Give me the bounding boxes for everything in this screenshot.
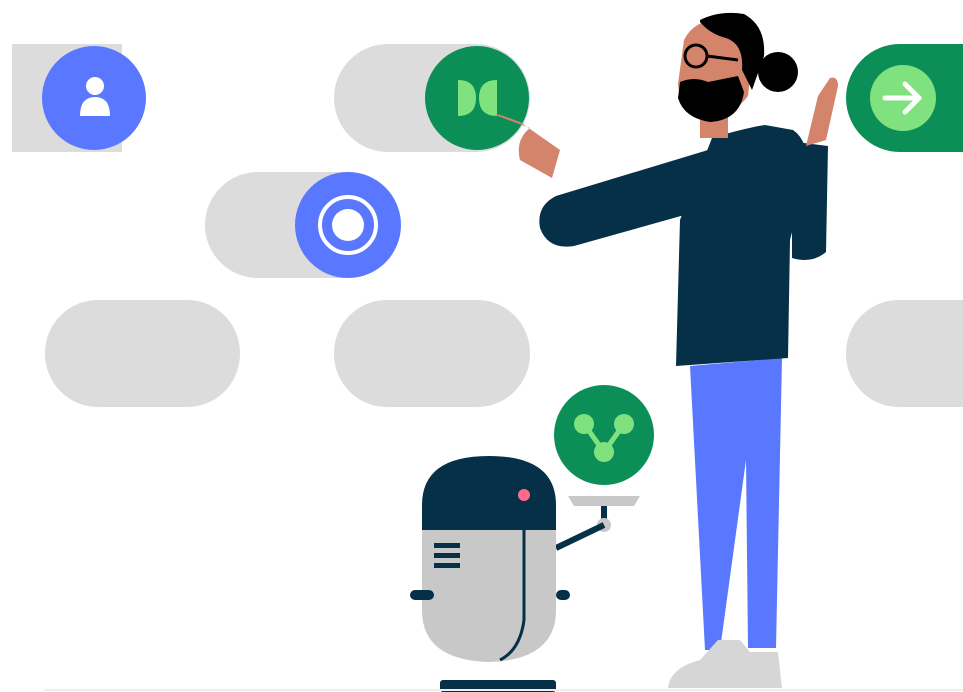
toggle-person[interactable] [12, 44, 146, 152]
toggle-radio[interactable] [205, 172, 401, 278]
toggle-empty-2[interactable] [334, 300, 530, 407]
robot [410, 385, 654, 692]
illustration [0, 0, 963, 692]
toggle-empty-1[interactable] [45, 300, 240, 407]
toggle-arrow[interactable] [846, 44, 963, 152]
toggle-empty-3[interactable] [846, 300, 963, 407]
illustration-svg [12, 12, 963, 692]
toggle-green-d[interactable] [334, 44, 530, 152]
share-network-icon [554, 385, 654, 485]
